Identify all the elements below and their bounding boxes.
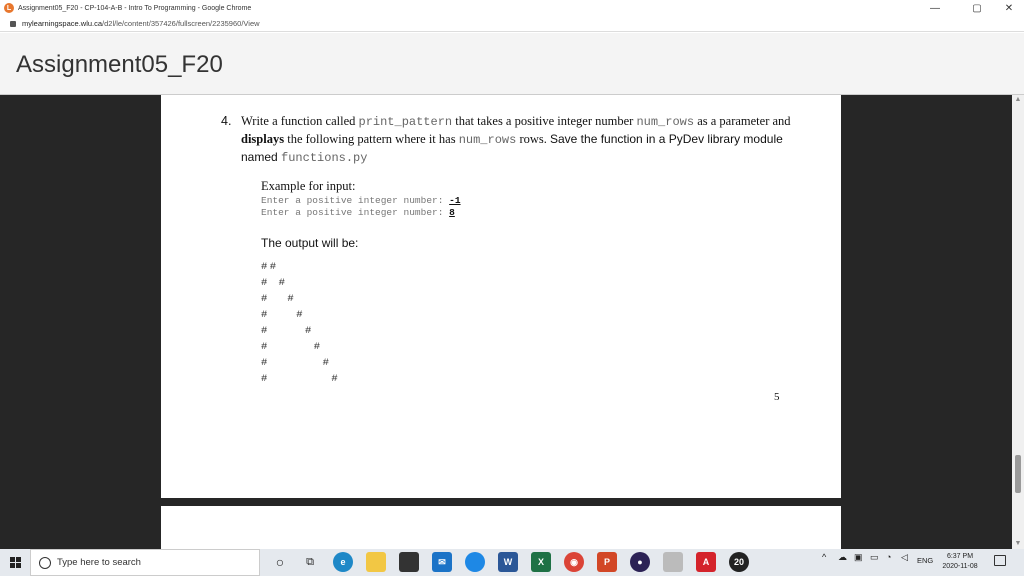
file-explorer-icon[interactable] xyxy=(366,552,386,572)
edge-icon[interactable]: e xyxy=(333,552,353,572)
example-label: Example for input: xyxy=(261,179,356,193)
mail-icon[interactable]: ✉ xyxy=(432,552,452,572)
taskbar-search[interactable]: Type here to search xyxy=(30,549,260,576)
word-icon[interactable]: W xyxy=(498,552,518,572)
task-view-icon[interactable]: ⧉ xyxy=(300,552,320,572)
idle-icon[interactable] xyxy=(663,552,683,572)
start-button[interactable] xyxy=(0,549,30,576)
excel-icon[interactable]: X xyxy=(531,552,551,572)
url-text[interactable]: mylearningspace.wlu.ca/d2l/le/content/35… xyxy=(22,19,260,28)
cortana-icon[interactable]: ○ xyxy=(270,552,290,572)
page-title: Assignment05_F20 xyxy=(16,51,223,78)
onedrive-icon[interactable]: ☁ xyxy=(838,552,847,563)
pattern-row: # # xyxy=(261,277,288,289)
meet-now-icon[interactable]: ▣ xyxy=(854,552,863,563)
clock-date: 2020-11-08 xyxy=(942,563,978,570)
app-badge-icon[interactable]: 20 xyxy=(729,552,749,572)
minimize-button[interactable]: — xyxy=(920,0,950,16)
wifi-icon[interactable]: ◔ xyxy=(886,552,891,562)
search-placeholder: Type here to search xyxy=(57,557,141,568)
address-bar[interactable]: mylearningspace.wlu.ca/d2l/le/content/35… xyxy=(0,16,1024,32)
edge-legacy-icon[interactable] xyxy=(465,552,485,572)
language-indicator[interactable]: ENG xyxy=(917,556,933,565)
eclipse-icon[interactable]: ● xyxy=(630,552,650,572)
volume-icon[interactable]: ◁ xyxy=(901,552,908,563)
content-header: Assignment05_F20 xyxy=(0,33,1024,95)
lock-icon xyxy=(10,20,16,27)
pattern-row: # # xyxy=(261,357,332,369)
page-number: 5 xyxy=(774,391,780,403)
battery-icon[interactable]: ▭ xyxy=(870,552,879,563)
show-hidden-icons-icon[interactable]: ^ xyxy=(822,552,826,562)
document-page: 4. Write a function called print_pattern… xyxy=(161,95,841,498)
pattern-row: # # xyxy=(261,325,314,337)
window-title: Assignment05_F20 - CP-104-A-B - Intro To… xyxy=(18,4,252,12)
vertical-scrollbar[interactable]: ▲ ▼ xyxy=(1012,95,1024,549)
output-label: The output will be: xyxy=(261,236,359,250)
powerpoint-icon[interactable]: P xyxy=(597,552,617,572)
restore-button[interactable]: ▢ xyxy=(962,0,992,16)
question-text: 4. Write a function called print_pattern… xyxy=(221,114,791,165)
pattern-row: # # xyxy=(261,373,341,385)
example-input-line-1: Enter a positive integer number: -1 xyxy=(261,195,461,206)
next-document-page xyxy=(161,506,841,549)
d2l-favicon-icon: L xyxy=(4,3,14,13)
pattern-row: # # xyxy=(261,293,297,305)
close-button[interactable]: ✕ xyxy=(994,0,1024,16)
search-icon xyxy=(39,556,51,569)
pattern-row: # # xyxy=(261,309,306,321)
example-input-line-2: Enter a positive integer number: 8 xyxy=(261,207,455,218)
pattern-row: # # xyxy=(261,341,323,353)
windows-logo-icon xyxy=(9,557,21,568)
question-number: 4. xyxy=(221,114,232,128)
notifications-icon[interactable] xyxy=(994,555,1006,566)
scroll-up-icon[interactable]: ▲ xyxy=(1012,95,1024,105)
acrobat-icon[interactable]: A xyxy=(696,552,716,572)
scrollbar-thumb[interactable] xyxy=(1015,455,1021,493)
store-icon[interactable] xyxy=(399,552,419,572)
pattern-row: ## xyxy=(261,261,279,273)
taskbar-clock[interactable]: 6:37 PM 2020-11-08 xyxy=(936,552,984,572)
title-bar: L Assignment05_F20 - CP-104-A-B - Intro … xyxy=(0,0,1024,16)
scroll-down-icon[interactable]: ▼ xyxy=(1012,539,1024,549)
document-viewer[interactable]: 4. Write a function called print_pattern… xyxy=(0,95,1024,549)
chrome-icon[interactable]: ◉ xyxy=(564,552,584,572)
clock-time: 6:37 PM xyxy=(946,553,974,560)
